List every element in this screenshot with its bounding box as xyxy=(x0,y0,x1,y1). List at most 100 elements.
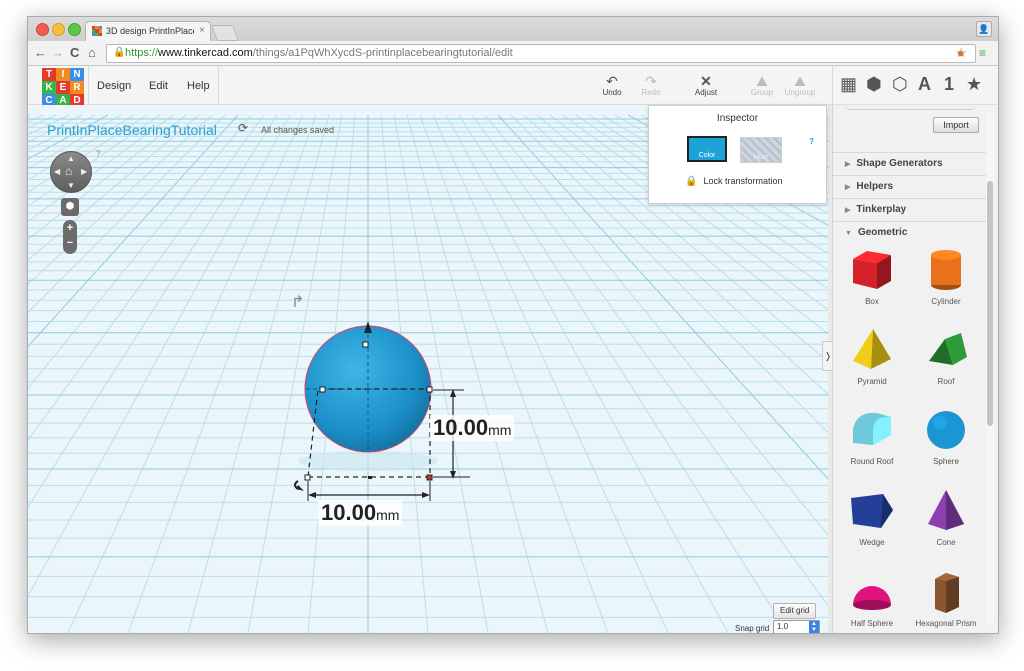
inspector-title: Inspector xyxy=(716,113,759,124)
triangle-right-icon: ▶ xyxy=(845,161,851,168)
shape-label: Half Sphere xyxy=(850,619,894,628)
shape-label: Roof xyxy=(937,377,955,386)
tinkercad-logo[interactable]: TINKERCAD xyxy=(42,68,84,108)
zoom-out-icon[interactable]: − xyxy=(63,237,77,249)
fit-view-cube-icon[interactable]: ⬢ xyxy=(61,198,79,216)
redo-icon: ↷ xyxy=(645,73,657,89)
cylinder-icon xyxy=(931,250,961,290)
shape-label: Round Roof xyxy=(850,457,894,466)
back-icon[interactable]: ← xyxy=(34,45,47,60)
panel-section-shape-generators[interactable]: ▶ Shape Generators xyxy=(833,152,988,174)
pan-right-icon[interactable]: ▶ xyxy=(81,167,87,176)
logo-letter: N xyxy=(70,68,84,81)
edit-grid-button[interactable]: Edit grid xyxy=(773,603,817,619)
panel-section-tinkerplay[interactable]: ▶ Tinkerplay xyxy=(833,198,988,220)
pan-up-icon[interactable]: ▲ xyxy=(67,154,75,163)
lock-icon: 🔒 xyxy=(685,176,698,187)
adjust-button[interactable]: ✕ Adjust xyxy=(688,74,724,97)
lock-transformation-toggle[interactable]: 🔒 Lock transformation xyxy=(685,176,783,187)
tab-title: 3D design PrintInPlaceBea xyxy=(106,26,194,36)
shape-label: Cone xyxy=(936,538,956,547)
tab-close-icon[interactable]: × xyxy=(199,25,205,36)
panel-section-helpers[interactable]: ▶ Helpers xyxy=(833,175,988,197)
color-swatch-button[interactable]: Color xyxy=(687,136,727,162)
design-title[interactable]: PrintInPlaceBearingTutorial xyxy=(47,122,217,138)
address-bar[interactable]: 🔒 https://www.tinkercad.com/things/a1PqW… xyxy=(106,44,976,63)
shape-hexagonal-prism[interactable]: Hexagonal Prism xyxy=(911,567,981,628)
snap-grid-select[interactable]: 1.0 ▲ ▼ xyxy=(773,620,820,633)
rotate-handle-icon[interactable]: ↱ xyxy=(291,292,304,312)
shape-box[interactable]: Box xyxy=(837,245,907,306)
import-button[interactable]: Import xyxy=(933,117,979,133)
extension-icon[interactable]: ● xyxy=(957,46,964,60)
window-close-button[interactable] xyxy=(36,23,49,36)
panel-section-geometric[interactable]: ▼ Geometric xyxy=(833,221,988,243)
window-minimize-button[interactable] xyxy=(52,23,65,36)
ungroup-button[interactable]: ⛰ Ungroup xyxy=(782,74,818,97)
text-shapes-icon[interactable]: A xyxy=(918,74,931,95)
menu-help[interactable]: Help xyxy=(187,80,210,92)
shape-round-roof[interactable]: Round Roof xyxy=(837,405,907,466)
inspector-help-icon[interactable]: ? xyxy=(809,137,814,146)
pan-down-icon[interactable]: ▼ xyxy=(67,181,75,190)
half-sphere-icon xyxy=(853,586,891,610)
width-dimension-label[interactable]: 10.00mm xyxy=(318,500,403,526)
group-icon: ⛰ xyxy=(756,73,768,89)
hole-swatch-button[interactable]: Hole xyxy=(740,137,782,163)
shape-pyramid[interactable]: Pyramid xyxy=(837,325,907,386)
scrollbar-thumb[interactable] xyxy=(987,181,993,426)
wireframe-view-icon[interactable]: ⬡ xyxy=(892,74,908,95)
app-header: TINKERCAD Design Edit Help ↶ Undo ↷ Redo… xyxy=(28,66,998,108)
zoom-control: + − xyxy=(63,220,77,254)
menu-icon[interactable]: ≡ xyxy=(979,46,986,60)
shape-label: Box xyxy=(865,297,879,306)
forward-icon[interactable]: → xyxy=(51,45,64,60)
hexagonal-prism-icon xyxy=(935,573,959,613)
triangle-right-icon: ▶ xyxy=(845,207,851,214)
logo-letter: I xyxy=(56,68,70,81)
home-icon[interactable]: ⌂ xyxy=(88,45,96,60)
browser-tab[interactable]: 3D design PrintInPlaceBea × xyxy=(85,21,211,42)
snap-grid-label: Snap grid xyxy=(735,624,770,633)
window-maximize-button[interactable] xyxy=(68,23,81,36)
shape-wedge[interactable]: Wedge xyxy=(837,486,907,547)
navigation-help-icon[interactable]: ? xyxy=(96,149,100,158)
profile-icon[interactable]: 👤 xyxy=(976,21,992,37)
cone-icon xyxy=(928,490,964,530)
favorites-star-icon[interactable]: ★ xyxy=(966,74,982,95)
undo-button[interactable]: ↶ Undo xyxy=(594,74,630,97)
box-icon xyxy=(853,251,891,289)
logo-letter: K xyxy=(42,81,56,94)
shape-half-sphere[interactable]: Half Sphere xyxy=(837,567,907,628)
zoom-in-icon[interactable]: + xyxy=(63,222,77,234)
logo-letter: E xyxy=(56,81,70,94)
undo-icon: ↶ xyxy=(606,73,618,89)
reload-icon[interactable]: C xyxy=(70,45,79,60)
shape-cone[interactable]: Cone xyxy=(911,486,981,547)
home-view-icon[interactable]: ⌂ xyxy=(65,164,72,178)
group-button[interactable]: ⛰ Group xyxy=(744,74,780,97)
pan-left-icon[interactable]: ◀ xyxy=(54,167,60,176)
tinkercad-favicon-icon xyxy=(92,26,102,36)
tab-strip: 3D design PrintInPlaceBea × 👤 xyxy=(28,17,998,42)
roof-icon xyxy=(929,333,967,365)
save-status-icon: ⟳ xyxy=(238,121,249,135)
sphere-icon xyxy=(927,411,965,449)
triangle-down-icon: ▼ xyxy=(845,230,852,237)
panel-scrollbar[interactable] xyxy=(986,113,994,623)
menu-edit[interactable]: Edit xyxy=(149,80,168,92)
new-tab-button[interactable] xyxy=(211,25,239,41)
redo-button[interactable]: ↷ Redo xyxy=(633,74,669,97)
height-dimension-label[interactable]: 10.00mm xyxy=(430,415,515,441)
shape-roof[interactable]: Roof xyxy=(911,325,981,386)
save-status: All changes saved xyxy=(261,125,335,135)
grid-view-icon[interactable]: ▦ xyxy=(840,74,857,95)
shapes-panel: Import ▶ Shape Generators ▶ Helpers ▶ Tinkerp… xyxy=(832,105,998,633)
shape-cylinder[interactable]: Cylinder xyxy=(911,245,981,306)
number-shapes-icon[interactable]: 1 xyxy=(944,74,954,95)
shape-label: Sphere xyxy=(933,457,959,466)
menu-design[interactable]: Design xyxy=(97,80,131,92)
cube-view-icon[interactable]: ⬢ xyxy=(866,74,882,95)
shape-sphere[interactable]: Sphere xyxy=(911,405,981,466)
view-navigation-pad[interactable]: ▲ ▼ ◀ ▶ ⌂ xyxy=(50,151,92,193)
